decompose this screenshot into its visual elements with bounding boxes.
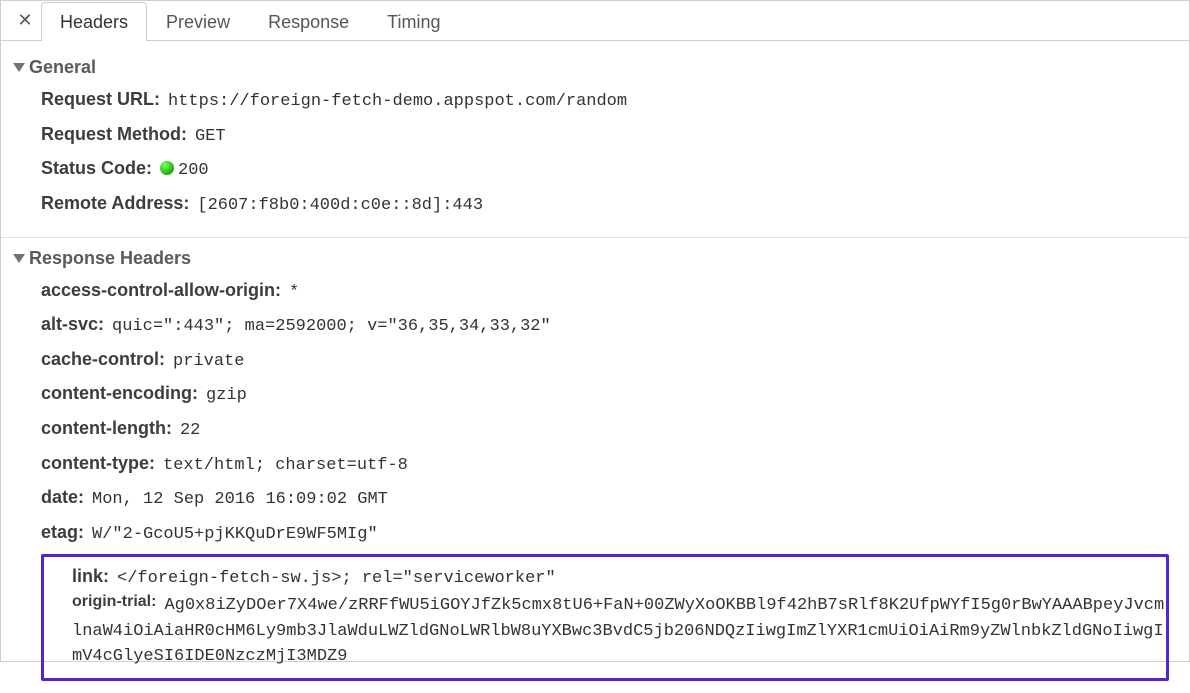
header-row: cache-control: private — [13, 346, 1177, 375]
response-headers-title: Response Headers — [29, 248, 191, 269]
header-row: access-control-allow-origin: * — [13, 277, 1177, 306]
link-header-label: link: — [72, 563, 109, 589]
request-url-label: Request URL: — [41, 86, 160, 112]
remote-address-label: Remote Address: — [41, 190, 189, 216]
response-headers-section: Response Headers access-control-allow-or… — [1, 238, 1189, 693]
request-method-row: Request Method: GET — [13, 121, 1177, 150]
header-label: cache-control: — [41, 346, 165, 372]
chevron-down-icon — [13, 63, 25, 72]
close-icon[interactable]: ✕ — [9, 1, 41, 40]
status-code-label: Status Code: — [41, 155, 152, 181]
header-row: alt-svc: quic=":443"; ma=2592000; v="36,… — [13, 311, 1177, 340]
header-label: content-encoding: — [41, 380, 198, 406]
header-label: content-length: — [41, 415, 172, 441]
header-value: * — [289, 281, 299, 306]
header-label: content-type: — [41, 450, 155, 476]
header-row: content-encoding: gzip — [13, 380, 1177, 409]
general-section: General Request URL: https://foreign-fet… — [1, 47, 1189, 238]
response-headers-toggle[interactable]: Response Headers — [13, 248, 1177, 269]
tab-response[interactable]: Response — [249, 2, 368, 41]
header-label: date: — [41, 484, 84, 510]
tab-timing[interactable]: Timing — [368, 2, 459, 41]
remote-address-row: Remote Address: [2607:f8b0:400d:c0e::8d]… — [13, 190, 1177, 219]
link-header-row: link: </foreign-fetch-sw.js>; rel="servi… — [72, 563, 1166, 592]
header-row: date: Mon, 12 Sep 2016 16:09:02 GMT — [13, 484, 1177, 513]
request-method-value: GET — [195, 125, 226, 150]
request-url-row: Request URL: https://foreign-fetch-demo.… — [13, 86, 1177, 115]
link-header-value: </foreign-fetch-sw.js>; rel="servicework… — [117, 567, 556, 592]
general-toggle[interactable]: General — [13, 57, 1177, 78]
header-value: gzip — [206, 384, 247, 409]
header-row: content-type: text/html; charset=utf-8 — [13, 450, 1177, 479]
header-value: quic=":443"; ma=2592000; v="36,35,34,33,… — [112, 315, 551, 340]
header-value: 22 — [180, 419, 200, 444]
origin-trial-label: origin-trial: — [72, 593, 156, 611]
header-row: content-length: 22 — [13, 415, 1177, 444]
origin-trial-row: origin-trial: Ag0x8iZyDOer7X4we/zRRFfWU5… — [72, 593, 1166, 670]
remote-address-value: [2607:f8b0:400d:c0e::8d]:443 — [197, 194, 483, 219]
status-code-row: Status Code: 200 — [13, 155, 1177, 184]
tab-headers[interactable]: Headers — [41, 2, 147, 41]
general-title: General — [29, 57, 96, 78]
request-url-value: https://foreign-fetch-demo.appspot.com/r… — [168, 90, 627, 115]
header-value: Mon, 12 Sep 2016 16:09:02 GMT — [92, 488, 388, 513]
chevron-down-icon — [13, 254, 25, 263]
header-row: etag: W/"2-GcoU5+pjKKQuDrE9WF5MIg" — [13, 519, 1177, 548]
header-value: text/html; charset=utf-8 — [163, 454, 408, 479]
tab-preview[interactable]: Preview — [147, 2, 249, 41]
request-method-label: Request Method: — [41, 121, 187, 147]
status-code-value: 200 — [160, 159, 209, 184]
header-value: private — [173, 350, 244, 375]
header-value: W/"2-GcoU5+pjKKQuDrE9WF5MIg" — [92, 523, 378, 548]
header-label: etag: — [41, 519, 84, 545]
header-label: alt-svc: — [41, 311, 104, 337]
panel-content: General Request URL: https://foreign-fet… — [1, 41, 1189, 693]
origin-trial-value: Ag0x8iZyDOer7X4we/zRRFfWU5iGOYJfZk5cmx8t… — [72, 596, 1164, 666]
status-dot-icon — [160, 161, 174, 175]
tab-bar: ✕ Headers Preview Response Timing — [1, 1, 1189, 41]
header-label: access-control-allow-origin: — [41, 277, 281, 303]
